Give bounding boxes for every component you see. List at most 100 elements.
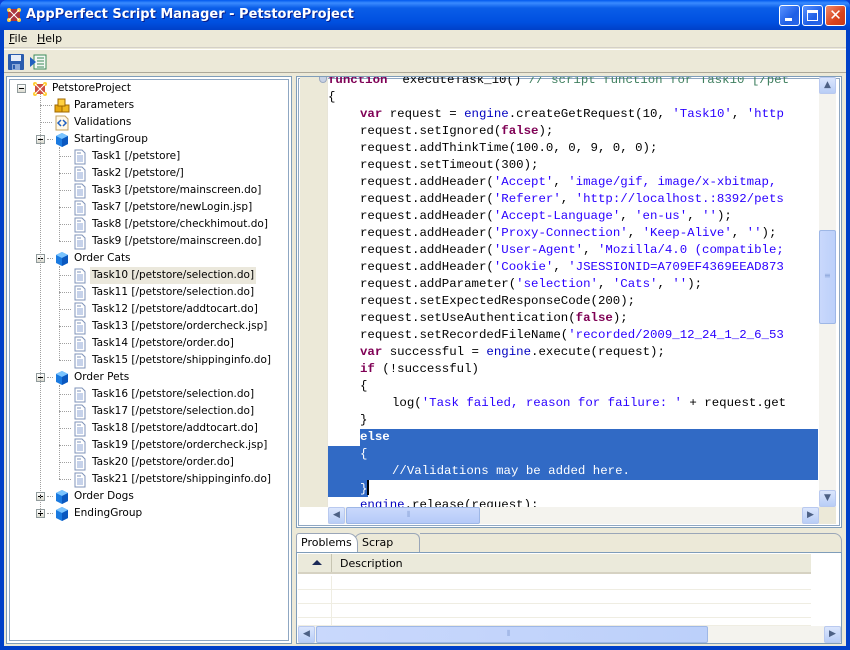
tab-scrap-book[interactable]: Scrap book <box>354 533 420 567</box>
maximize-button[interactable] <box>802 5 823 26</box>
code-line[interactable]: log('Task failed, reason for failure: ' … <box>328 395 818 412</box>
tree-item-label: Task1 [/petstore] <box>92 150 181 162</box>
code-token: 'Keep-Alive' <box>642 226 732 240</box>
code-token: request.addParameter( <box>360 277 517 291</box>
sort-column-header[interactable] <box>298 554 332 572</box>
code-line[interactable]: else <box>328 429 818 446</box>
vertical-scroll-thumb[interactable]: ≡ <box>819 230 836 324</box>
tree-connector-line <box>59 309 71 310</box>
tree-item-label: Task15 [/petstore/shippinginfo.do] <box>92 354 271 366</box>
table-row <box>298 604 811 618</box>
problems-table[interactable]: Description ◀ ⦀ ▶ <box>296 552 842 644</box>
tab-problems[interactable]: Problems <box>296 533 358 552</box>
save-icon[interactable] <box>7 53 25 71</box>
code-line[interactable]: request.addParameter('selection', 'Cats'… <box>328 276 818 293</box>
tree-connector-line <box>59 445 71 446</box>
tree-task[interactable]: Task20 [/petstore/order.do] <box>7 454 287 471</box>
editor-horizontal-scrollbar[interactable]: ◀ ⦀ ▶ <box>328 507 819 524</box>
scroll-left-button[interactable]: ◀ <box>298 626 315 643</box>
code-line[interactable]: { <box>328 446 818 463</box>
tree-task[interactable]: Task19 [/petstore/ordercheck.jsp] <box>7 437 287 454</box>
editor-vertical-scrollbar[interactable]: ▲ ≡ ▼ <box>819 77 836 507</box>
code-line[interactable]: request.addHeader('Accept-Language', 'en… <box>328 208 818 225</box>
tree-task[interactable]: Task9 [/petstore/mainscreen.do] <box>7 233 287 250</box>
task-icon <box>72 353 88 369</box>
panel-tabs: Scrap book Problems <box>296 532 842 567</box>
tree-task[interactable]: Task21 [/petstore/shippinginfo.do] <box>7 471 287 488</box>
tree-task[interactable]: Task16 [/petstore/selection.do] <box>7 386 287 403</box>
code-line[interactable]: request.addHeader('Referer', 'http://loc… <box>328 191 818 208</box>
tree-task[interactable]: Task8 [/petstore/checkhimout.do] <box>7 216 287 233</box>
tree-task[interactable]: Task7 [/petstore/newLogin.jsp] <box>7 199 287 216</box>
tree-task[interactable]: Task15 [/petstore/shippinginfo.do] <box>7 352 287 369</box>
scroll-right-button[interactable]: ▶ <box>802 507 819 524</box>
collapse-icon[interactable] <box>17 84 26 93</box>
horizontal-scroll-thumb[interactable]: ⦀ <box>346 507 480 524</box>
code-line[interactable]: request.setRecordedFileName('recorded/20… <box>328 327 818 344</box>
code-line[interactable]: request.setExpectedResponseCode(200); <box>328 293 818 310</box>
code-token: if <box>360 362 375 376</box>
scroll-left-button[interactable]: ◀ <box>328 507 345 524</box>
menu-file[interactable]: File <box>9 32 27 45</box>
tree-task[interactable]: Task3 [/petstore/mainscreen.do] <box>7 182 287 199</box>
project-tree[interactable]: PetstoreProject Parameters Validations Star… <box>6 76 292 644</box>
code-line[interactable]: request.addHeader('Cookie', 'JSESSIONID=… <box>328 259 818 276</box>
group-icon <box>54 370 70 386</box>
code-line[interactable]: } <box>328 412 818 429</box>
tree-task[interactable]: Task11 [/petstore/selection.do] <box>7 284 287 301</box>
code-token: request.addHeader( <box>360 192 494 206</box>
tree-connector-line <box>59 266 60 360</box>
tree-task[interactable]: Task13 [/petstore/ordercheck.jsp] <box>7 318 287 335</box>
column-header-description[interactable]: Description <box>340 557 403 570</box>
code-token: , <box>627 226 643 240</box>
tree-connector-line <box>59 275 71 276</box>
code-token: , <box>620 209 636 223</box>
tree-root-project[interactable]: PetstoreProject <box>7 80 287 97</box>
scroll-down-button[interactable]: ▼ <box>819 490 836 507</box>
menu-help[interactable]: Help <box>37 32 62 45</box>
group-icon <box>54 251 70 267</box>
code-line[interactable]: //Validations may be added here. <box>328 463 818 480</box>
code-line[interactable]: engine.release(request); <box>328 497 818 507</box>
close-button[interactable]: ✕ <box>825 5 846 26</box>
scroll-up-button[interactable]: ▲ <box>819 77 836 94</box>
title-bar[interactable]: AppPerfect Script Manager - PetstoreProj… <box>0 0 850 30</box>
problems-panel: Scrap book Problems Description ◀ ⦀ ▶ <box>296 532 842 644</box>
tree-task[interactable]: Task14 [/petstore/order.do] <box>7 335 287 352</box>
code-line[interactable]: var request = engine.createGetRequest(10… <box>328 106 818 123</box>
code-line[interactable]: request.setTimeout(300); <box>328 157 818 174</box>
code-line[interactable]: if (!successful) <box>328 361 818 378</box>
tree-task[interactable]: Task1 [/petstore] <box>7 148 287 165</box>
code-area[interactable]: function executeTask_10() // script func… <box>328 77 818 507</box>
tree-connector-line <box>59 156 71 157</box>
tree-task[interactable]: Task10 [/petstore/selection.do] <box>7 267 287 284</box>
tree-task[interactable]: Task18 [/petstore/addtocart.do] <box>7 420 287 437</box>
code-line[interactable]: { <box>328 89 818 106</box>
code-line[interactable]: var successful = engine.execute(request)… <box>328 344 818 361</box>
code-token: request.addHeader( <box>360 209 494 223</box>
scroll-right-button[interactable]: ▶ <box>824 626 841 643</box>
code-line[interactable]: request.addThinkTime(100.0, 0, 9, 0, 0); <box>328 140 818 157</box>
tree-task[interactable]: Task12 [/petstore/addtocart.do] <box>7 301 287 318</box>
run-script-icon[interactable] <box>29 53 47 71</box>
problems-horizontal-scrollbar[interactable]: ◀ ⦀ ▶ <box>298 626 841 643</box>
code-token: '' <box>702 209 717 223</box>
app-logo-icon <box>7 8 21 22</box>
script-editor[interactable]: function executeTask_10() // script func… <box>296 76 842 528</box>
tree-connector-line <box>59 292 71 293</box>
code-line[interactable]: function executeTask_10() // script func… <box>328 77 818 89</box>
tree-task[interactable]: Task2 [/petstore/] <box>7 165 287 182</box>
group-icon <box>54 489 70 505</box>
code-line[interactable]: request.setIgnored(false); <box>328 123 818 140</box>
tree-connector-line <box>59 173 71 174</box>
minimize-button[interactable] <box>779 5 800 26</box>
code-line[interactable]: { <box>328 378 818 395</box>
task-icon <box>72 387 88 403</box>
code-line[interactable]: request.addHeader('Proxy-Connection', 'K… <box>328 225 818 242</box>
horizontal-scroll-thumb[interactable]: ⦀ <box>316 626 708 643</box>
code-line[interactable]: request.addHeader('User-Agent', 'Mozilla… <box>328 242 818 259</box>
tree-task[interactable]: Task17 [/petstore/selection.do] <box>7 403 287 420</box>
code-line[interactable]: request.setUseAuthentication(false); <box>328 310 818 327</box>
code-line[interactable]: } <box>328 480 818 497</box>
code-line[interactable]: request.addHeader('Accept', 'image/gif, … <box>328 174 818 191</box>
